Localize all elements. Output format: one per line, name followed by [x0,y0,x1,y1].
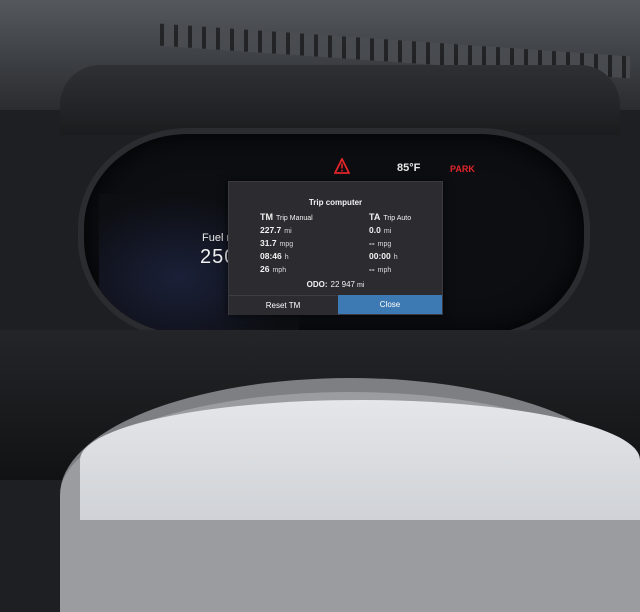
odometer-unit: mi [356,282,365,289]
unit: h [393,254,398,261]
odometer: ODO: 22 947 mi [229,280,442,289]
value: 0.0 [369,225,381,235]
value: 31.7 [260,238,277,248]
trip-auto-distance: 0.0 mi [369,224,469,237]
close-button[interactable]: Close [338,295,442,314]
trip-manual-column: TM Trip Manual 227.7 mi 31.7 mpg 08:46 h 26 m… [260,212,360,276]
trip-auto-time: 00:00 h [369,250,469,263]
trip-auto-abbr: TA [369,212,381,222]
warning-triangle-icon [334,158,350,174]
odometer-label: ODO: [306,280,328,289]
unit: mph [272,267,287,274]
trip-manual-header: TM Trip Manual [260,212,360,222]
steering-wheel-hub [80,400,640,520]
trip-auto-header: TA Trip Auto [369,212,469,222]
value: -- [369,238,375,248]
trip-manual-consumption: 31.7 mpg [260,237,360,250]
trip-auto-speed: -- mph [369,263,469,276]
unit: mph [377,267,392,274]
trip-manual-speed: 26 mph [260,263,360,276]
outside-temperature: 85°F [397,162,421,174]
gear-indicator: PARK [450,164,475,174]
value: -- [369,264,375,274]
trip-auto-consumption: -- mpg [369,237,469,250]
cluster-hood [60,65,620,135]
value: 08:46 [260,251,282,261]
unit: mi [383,228,392,235]
reset-tm-button[interactable]: Reset TM [229,295,337,315]
dialog-title: Trip computer [308,198,363,207]
trip-manual-time: 08:46 h [260,250,360,263]
trip-auto-column: TA Trip Auto 0.0 mi -- mpg 00:00 h -- mph [369,212,469,276]
value: 26 [260,264,270,274]
trip-auto-name: Trip Auto [383,215,412,222]
value: 00:00 [369,251,391,261]
unit: mpg [279,241,294,248]
unit: h [284,254,289,261]
trip-manual-name: Trip Manual [276,215,313,222]
value: 227.7 [260,225,282,235]
trip-computer-dialog: Trip computer TM Trip Manual 227.7 mi 31.7… [228,181,443,315]
unit: mi [284,228,292,235]
odometer-value: 22 947 [330,280,355,289]
trip-manual-abbr: TM [260,212,273,222]
unit: mpg [377,241,392,248]
trip-manual-distance: 227.7 mi [260,224,360,237]
